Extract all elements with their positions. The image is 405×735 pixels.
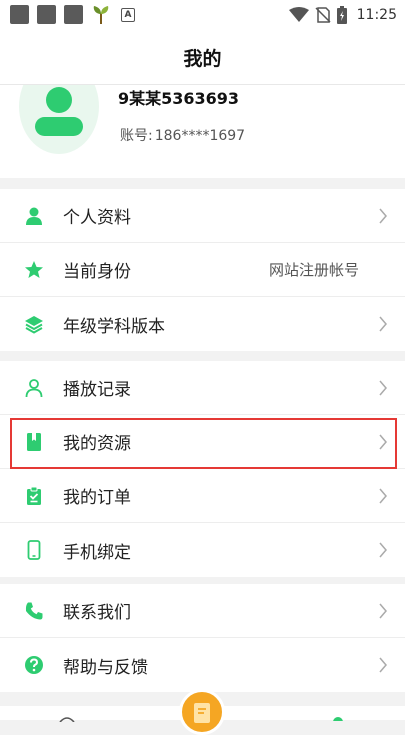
page-title: 我的	[183, 47, 222, 70]
chevron-right-icon	[379, 603, 387, 619]
clipboard-icon	[27, 486, 41, 505]
account-label: 账号:	[120, 128, 153, 144]
menu-item-label: 播放记录	[63, 380, 131, 400]
account-info: 账号: 186****1697	[118, 125, 245, 145]
menu-item-orders[interactable]: 我的订单	[0, 469, 405, 523]
menu-item-label: 手机绑定	[63, 542, 131, 563]
clock: 11:25	[356, 7, 397, 23]
menu-item-help-feedback[interactable]: 帮助与反馈	[0, 638, 405, 692]
account-value: 186****1697	[154, 128, 246, 144]
help-icon	[25, 656, 43, 674]
menu-group-account: 个人资料 当前身份 网站注册帐号 年级学科版本	[0, 189, 405, 351]
chevron-right-icon	[379, 434, 387, 450]
menu-group-support: 联系我们 帮助与反馈	[0, 584, 405, 692]
call-icon	[25, 602, 43, 620]
identity-value: 网站注册帐号	[268, 261, 359, 279]
chevron-right-icon	[379, 542, 387, 558]
nav-profile-icon[interactable]	[331, 715, 345, 721]
menu-item-history[interactable]: 播放记录	[0, 361, 405, 415]
avatar-head-icon	[46, 87, 72, 113]
menu-item-my-resources[interactable]: 我的资源	[0, 415, 405, 469]
menu-item-label: 我的订单	[63, 488, 131, 508]
nav-home-icon[interactable]	[58, 716, 76, 722]
app-icon-1	[10, 5, 29, 24]
menu-item-label: 当前身份	[63, 262, 131, 282]
menu-item-label: 帮助与反馈	[63, 657, 148, 678]
menu-item-label: 年级学科版本	[63, 316, 165, 337]
avatar[interactable]	[19, 85, 99, 154]
menu-item-label: 我的资源	[63, 434, 131, 454]
chevron-right-icon	[379, 316, 387, 332]
person-outline-icon	[25, 379, 43, 398]
app-icon-3	[64, 5, 83, 24]
book-icon	[27, 433, 41, 451]
chevron-right-icon	[379, 488, 387, 504]
menu-item-label: 联系我们	[63, 603, 131, 623]
profile-card[interactable]: 9某某5363693 账号: 186****1697	[0, 85, 405, 178]
menu-item-profile[interactable]: 个人资料	[0, 189, 405, 243]
menu-item-contact-us[interactable]: 联系我们	[0, 584, 405, 638]
layers-icon	[25, 316, 43, 334]
menu-item-phone-binding[interactable]: 手机绑定	[0, 523, 405, 577]
avatar-body-icon	[35, 117, 83, 136]
title-bar: 我的	[0, 30, 405, 85]
menu-group-content: 播放记录 我的资源 我的订单 手机绑定	[0, 361, 405, 577]
status-bar: A 11:25	[0, 0, 405, 30]
menu-item-identity[interactable]: 当前身份 网站注册帐号	[0, 243, 405, 297]
app-icon-2	[37, 5, 56, 24]
chevron-right-icon	[379, 380, 387, 396]
no-sim-icon	[315, 7, 331, 23]
a-icon: A	[121, 8, 135, 22]
star-icon	[25, 261, 43, 278]
phone-icon	[27, 540, 41, 560]
battery-icon	[336, 6, 347, 24]
menu-item-grade-subject[interactable]: 年级学科版本	[0, 297, 405, 351]
username: 9某某5363693	[118, 89, 240, 108]
person-icon	[26, 207, 42, 225]
chevron-right-icon	[379, 657, 387, 673]
plant-icon	[93, 6, 109, 24]
wifi-icon	[288, 7, 309, 22]
menu-item-label: 个人资料	[63, 208, 131, 228]
chevron-right-icon	[379, 208, 387, 224]
center-nav-button[interactable]	[179, 689, 225, 735]
